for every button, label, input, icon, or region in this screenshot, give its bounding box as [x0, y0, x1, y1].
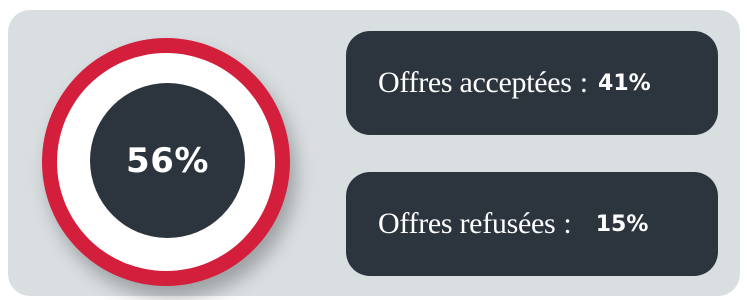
refused-offers-separator: : [563, 207, 572, 240]
refused-offers-value: 15% [595, 211, 649, 237]
accepted-offers-card: Offres acceptées : 41% [346, 31, 718, 135]
accepted-offers-separator: : [579, 66, 589, 99]
refused-offers-card: Offres refusées : 15% [346, 172, 718, 276]
percentage-circle: 56% [90, 83, 245, 238]
total-percentage: 56% [126, 140, 209, 181]
refused-offers-label: Offres refusées [378, 207, 556, 240]
accepted-offers-value: 41% [598, 70, 651, 96]
accepted-offers-label: Offres acceptées [378, 66, 572, 99]
